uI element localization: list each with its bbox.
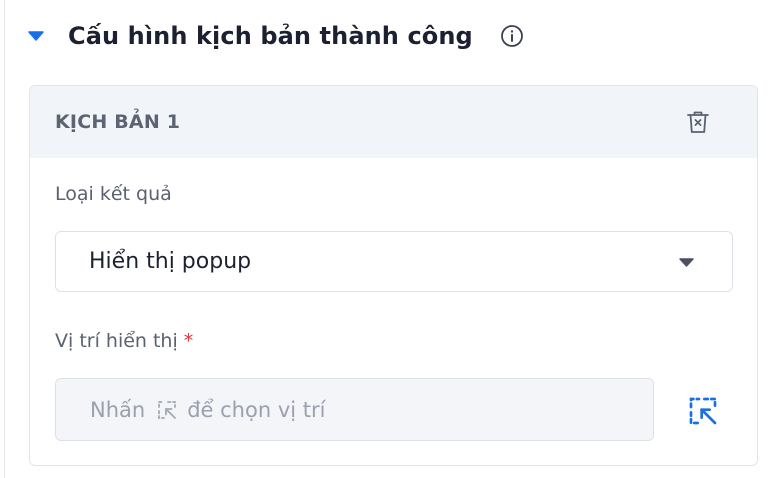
result-type-select[interactable]: Hiển thị popup [55, 231, 733, 292]
required-mark: * [183, 330, 194, 352]
result-type-value: Hiển thị popup [89, 249, 252, 274]
display-position-input[interactable]: Nhấn để chọn vị trí [55, 378, 654, 441]
section-header: Cấu hình kịch bản thành công [26, 14, 525, 58]
section-title: Cấu hình kịch bản thành công [68, 22, 473, 50]
pick-position-button[interactable] [684, 392, 722, 430]
result-type-label: Loại kết quả [55, 183, 172, 205]
caret-down-icon[interactable] [26, 26, 46, 46]
trash-icon[interactable] [683, 107, 713, 137]
display-position-label: Vị trí hiển thị * [55, 330, 193, 352]
scenario-card: KỊCH BẢN 1 Loại kết quả Hiển thị popup V… [29, 85, 758, 466]
chevron-down-icon [679, 252, 694, 271]
placeholder-text-after: để chọn vị trí [187, 397, 326, 422]
left-divider [4, 0, 5, 478]
display-position-label-text: Vị trí hiển thị [55, 330, 178, 352]
dashed-cursor-select-icon [155, 398, 179, 422]
info-icon[interactable] [499, 23, 525, 49]
placeholder-text-before: Nhấn [90, 397, 146, 422]
scenario-card-header: KỊCH BẢN 1 [30, 86, 757, 158]
scenario-title: KỊCH BẢN 1 [55, 111, 181, 133]
